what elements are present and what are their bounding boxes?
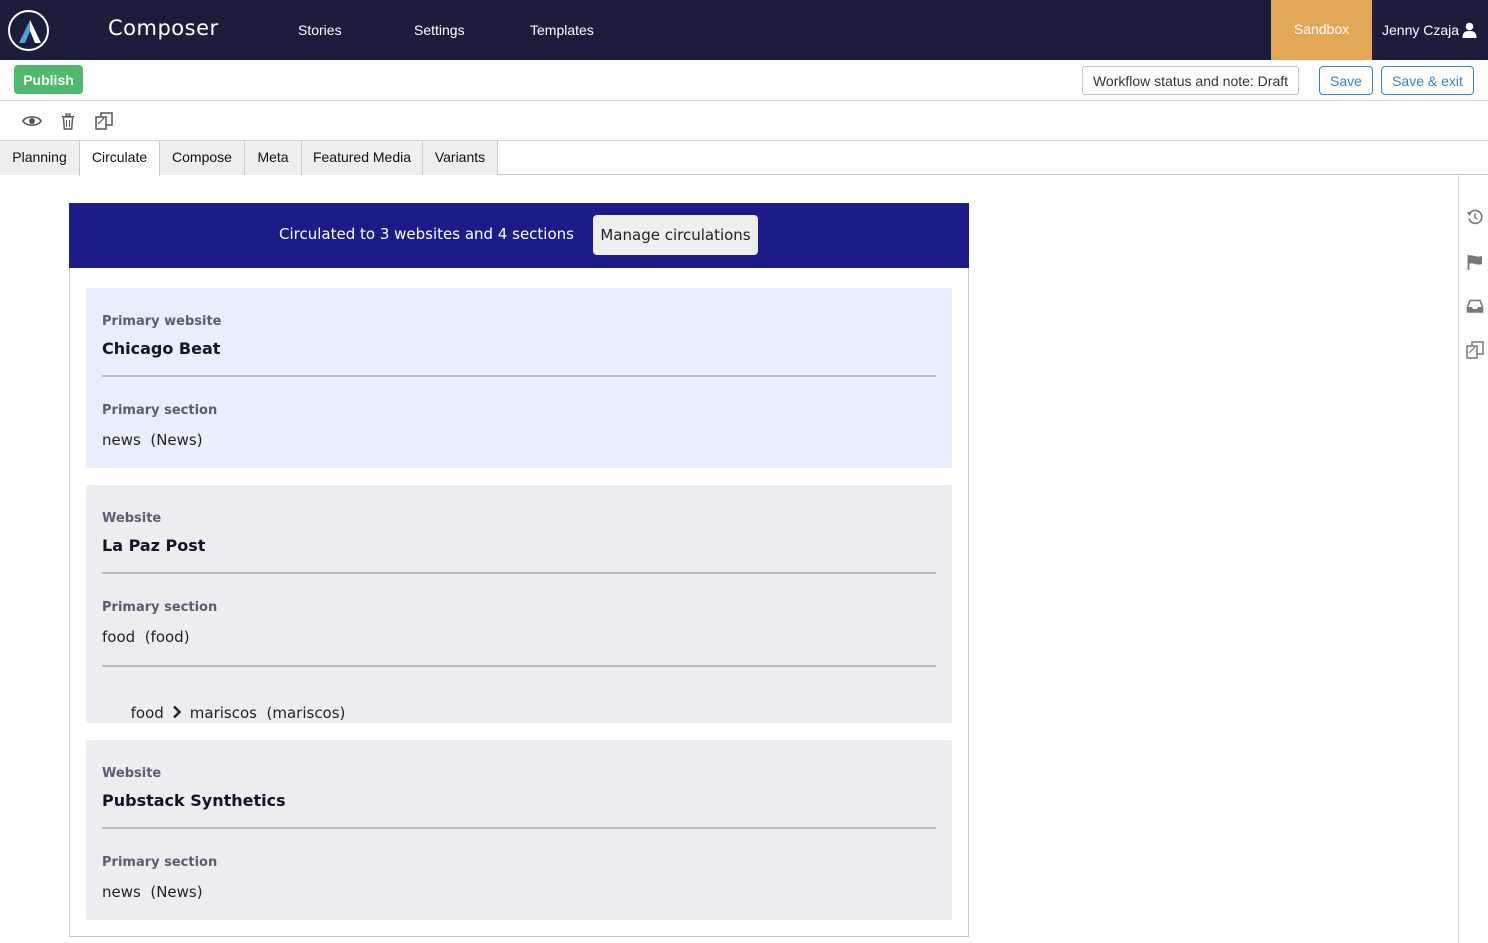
website-name: Pubstack Synthetics	[102, 791, 286, 810]
copy-icon[interactable]	[93, 110, 115, 132]
primary-section: news (News)	[102, 431, 203, 449]
circulation-card-la-paz-post: Website La Paz Post Primary section food…	[86, 485, 952, 723]
circulation-summary: Circulated to 3 websites and 4 sections	[279, 225, 574, 243]
tab-featured-media[interactable]: Featured Media	[302, 141, 423, 175]
copy-icon[interactable]	[1466, 341, 1484, 359]
section-parent: food	[130, 704, 164, 722]
tab-bar: Planning Circulate Compose Meta Featured…	[0, 141, 1488, 176]
inbox-icon[interactable]	[1466, 297, 1484, 315]
save-button[interactable]: Save	[1319, 66, 1373, 95]
icon-toolbar	[0, 101, 1488, 141]
website-name: Chicago Beat	[102, 339, 221, 358]
manage-circulations-button[interactable]: Manage circulations	[593, 215, 758, 255]
section-label: Primary section	[102, 855, 218, 870]
user-icon[interactable]	[1462, 22, 1477, 43]
nav-link-stories[interactable]: Stories	[298, 22, 342, 38]
tab-compose[interactable]: Compose	[160, 141, 245, 175]
divider	[102, 827, 936, 829]
tab-variants[interactable]: Variants	[423, 141, 498, 175]
save-and-exit-button[interactable]: Save & exit	[1381, 66, 1474, 95]
environment-badge[interactable]: Sandbox	[1271, 0, 1372, 60]
divider	[102, 572, 936, 574]
website-label: Website	[102, 766, 162, 781]
action-bar: Publish Workflow status and note: Draft …	[0, 60, 1488, 101]
nav-link-templates[interactable]: Templates	[530, 22, 594, 38]
app-title[interactable]: Composer	[108, 16, 219, 40]
circulation-card-pubstack-synthetics: Website Pubstack Synthetics Primary sect…	[86, 740, 952, 920]
section-child: mariscos (mariscos)	[189, 704, 346, 722]
website-name: La Paz Post	[102, 536, 206, 555]
tab-meta[interactable]: Meta	[245, 141, 302, 175]
section-label: Primary section	[102, 403, 218, 418]
top-nav: Composer Stories Settings Templates Sand…	[0, 0, 1488, 60]
circulation-panel: Circulated to 3 websites and 4 sections …	[69, 203, 969, 937]
divider	[102, 665, 936, 667]
primary-section: food (food)	[102, 628, 190, 646]
divider	[102, 375, 936, 377]
trash-icon[interactable]	[57, 110, 79, 132]
tab-planning[interactable]: Planning	[0, 141, 80, 175]
tab-circulate[interactable]: Circulate	[79, 141, 160, 176]
workflow-status-button[interactable]: Workflow status and note: Draft	[1082, 66, 1299, 95]
publish-button[interactable]: Publish	[14, 65, 83, 94]
user-name[interactable]: Jenny Czaja	[1382, 22, 1459, 38]
eye-icon[interactable]	[21, 110, 43, 132]
circulation-card-chicago-beat: Primary website Chicago Beat Primary sec…	[86, 288, 952, 468]
arc-logo-icon[interactable]	[8, 10, 49, 51]
secondary-section: food mariscos (mariscos)	[102, 686, 346, 741]
circulation-banner: Circulated to 3 websites and 4 sections …	[69, 203, 969, 268]
history-icon[interactable]	[1466, 208, 1484, 226]
website-label: Website	[102, 511, 162, 526]
primary-section: news (News)	[102, 883, 203, 901]
right-rail	[1458, 175, 1488, 943]
section-label: Primary section	[102, 600, 218, 615]
nav-link-settings[interactable]: Settings	[414, 22, 465, 38]
chevron-right-icon	[172, 705, 182, 723]
website-label: Primary website	[102, 314, 222, 329]
flag-icon[interactable]	[1466, 253, 1484, 271]
